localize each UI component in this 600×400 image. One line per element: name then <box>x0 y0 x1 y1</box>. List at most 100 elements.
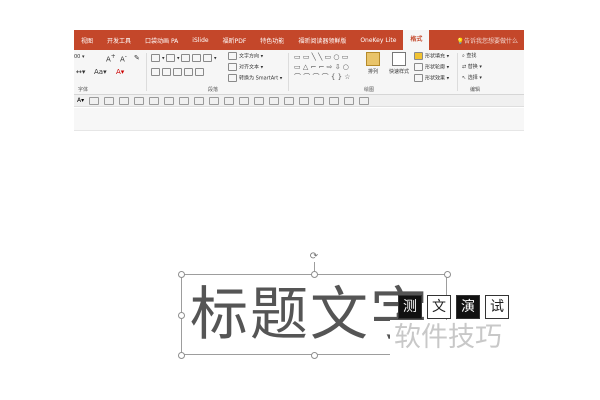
change-case-icon[interactable]: Aa▾ <box>94 68 107 76</box>
align-right-icon[interactable] <box>173 68 184 76</box>
font-color-icon[interactable]: A▾ <box>77 97 84 104</box>
select-label: 选择 <box>467 75 478 81</box>
group-label-drawing: 绘图 <box>364 87 375 93</box>
copy-format-icon[interactable] <box>194 96 205 105</box>
home-icon[interactable] <box>344 96 355 105</box>
cursor-icon: ↖ <box>462 75 467 81</box>
resize-handle-top-left[interactable] <box>178 271 185 278</box>
replace-label: 替换 <box>467 64 478 70</box>
replace-button[interactable]: ⇄ 替换 ▾ <box>462 63 482 70</box>
arrange-label: 排列 <box>367 69 378 75</box>
camera-icon[interactable] <box>224 96 235 105</box>
tell-me-search[interactable]: 💡告诉我您想要做什么 <box>457 36 519 45</box>
arrange-button[interactable]: 排列 <box>366 52 380 75</box>
delete-icon[interactable] <box>209 96 220 105</box>
shape-fill-button[interactable]: 形状填充 ▾ <box>414 52 449 60</box>
group-label-paragraph: 段落 <box>208 87 219 93</box>
tile-char: 文 <box>427 295 451 319</box>
tab-developer[interactable]: 开发工具 <box>100 36 138 45</box>
superscript-icon[interactable] <box>149 96 160 105</box>
font-size-box[interactable]: 00 ▾ <box>74 54 84 60</box>
underline-icon[interactable] <box>89 96 100 105</box>
picture-icon[interactable] <box>254 96 265 105</box>
numbering-icon[interactable]: ▾ <box>166 54 180 62</box>
tab-foxit-reader[interactable]: 福昕阅读器领鲜版 <box>291 36 353 45</box>
pin-icon[interactable] <box>299 96 310 105</box>
line-spacing-icon[interactable]: ▾ <box>203 54 217 62</box>
columns-icon[interactable] <box>195 68 206 76</box>
align-center-icon[interactable] <box>162 68 173 76</box>
shape-effect-button[interactable]: 形状效果 ▾ <box>414 74 449 82</box>
slide-canvas <box>0 131 600 400</box>
layout-icon[interactable] <box>359 96 370 105</box>
brush-icon[interactable] <box>314 96 325 105</box>
tab-special-features[interactable]: 特色功能 <box>253 36 291 45</box>
tab-format[interactable]: 格式 <box>403 30 430 50</box>
table-icon[interactable] <box>239 96 250 105</box>
tab-view[interactable]: 视图 <box>74 36 100 45</box>
tile-char: 试 <box>485 295 509 319</box>
rotate-handle-icon[interactable]: ⟳ <box>309 252 319 262</box>
clear-format-icon[interactable]: ✎ <box>134 54 140 62</box>
resize-handle-left[interactable] <box>178 312 185 319</box>
shape-fill-label: 形状填充 <box>425 53 446 60</box>
ribbon-tab-bar: 视图 开发工具 口袋动画 PA iSlide 福昕PDF 特色功能 福昕阅读器领… <box>74 30 524 50</box>
convert-smartart-button[interactable]: 转换为 SmartArt ▾ <box>228 74 282 82</box>
text-direction-button[interactable]: 文字方向 ▾ <box>228 52 263 60</box>
ruler-area <box>74 108 524 131</box>
tell-me-text: 告诉我您想要做什么 <box>463 37 518 45</box>
resize-handle-bottom[interactable] <box>311 352 318 359</box>
subscript-icon[interactable] <box>164 96 175 105</box>
group-separator <box>288 53 289 91</box>
bullets-icon[interactable]: ▾ <box>151 54 165 62</box>
font-size-value: 00 <box>74 54 81 60</box>
align-text-label: 对齐文本 <box>239 64 260 71</box>
quick-styles-button[interactable]: 快速样式 <box>389 52 409 75</box>
quick-styles-icon <box>392 52 406 66</box>
shapes-gallery[interactable]: ▭ ▭ ╲ ╲ ▭ ○ ▭ ▭ △ ⌐ ⌐ ⇨ ⇩ ○ ⌒ ⌒ ⌒ ⌒ { } ☆ <box>294 52 358 82</box>
shape-outline-label: 形状轮廓 <box>425 64 446 71</box>
decrease-indent-icon[interactable] <box>181 54 192 62</box>
align-text-button[interactable]: 对齐文本 ▾ <box>228 63 263 71</box>
group-separator <box>457 53 458 91</box>
shadow-icon[interactable] <box>104 96 115 105</box>
shape-outline-button[interactable]: 形状轮廓 ▾ <box>414 63 449 71</box>
strikethrough-icon[interactable] <box>119 96 130 105</box>
tab-islide[interactable]: iSlide <box>185 37 215 44</box>
resize-handle-top[interactable] <box>311 271 318 278</box>
align-left-icon[interactable] <box>151 68 162 76</box>
search-icon: ⌕ <box>462 53 465 59</box>
text-tiles: 测 文 演 试 <box>398 295 509 319</box>
text-direction-label: 文字方向 <box>239 53 260 60</box>
tab-foxit-pdf[interactable]: 福昕PDF <box>216 36 254 45</box>
increase-font-size-icon[interactable]: A+ <box>106 54 116 63</box>
resize-handle-bottom-left[interactable] <box>178 352 185 359</box>
link-icon[interactable] <box>284 96 295 105</box>
chart-icon[interactable] <box>269 96 280 105</box>
font-color-icon[interactable]: A▾ <box>116 68 124 76</box>
find-label: 查找 <box>466 53 477 59</box>
lightbulb-icon: 💡 <box>456 37 464 45</box>
select-button[interactable]: ↖ 选择 ▾ <box>462 74 482 81</box>
justify-icon[interactable] <box>184 68 195 76</box>
group-label-font: 字体 <box>78 87 89 93</box>
shape-icon[interactable] <box>179 96 190 105</box>
find-button[interactable]: ⌕ 查找 <box>462 52 476 59</box>
decrease-font-size-icon[interactable]: A- <box>120 54 127 63</box>
resize-handle-top-right[interactable] <box>444 271 451 278</box>
tab-onekey-lite[interactable]: OneKey Lite <box>353 37 403 44</box>
grid-icon[interactable] <box>329 96 340 105</box>
replace-icon: ⇄ <box>462 64 467 70</box>
tile-char: 演 <box>456 295 480 319</box>
tab-pocket-animation[interactable]: 口袋动画 PA <box>138 36 185 45</box>
arrange-icon <box>366 52 380 66</box>
char-spacing-icon[interactable]: ↔▾ <box>76 68 85 76</box>
group-label-editing: 编辑 <box>470 87 481 93</box>
highlight-icon[interactable] <box>134 96 145 105</box>
tile-char: 测 <box>398 295 422 319</box>
ribbon-panel: 00 ▾ A+ A- ✎ ↔▾ Aa▾ A▾ 字体 ▾ ▾ ▾ 文字方向 ▾ 对… <box>74 50 524 95</box>
format-toolbar: A▾ <box>74 95 524 107</box>
increase-indent-icon[interactable] <box>192 54 203 62</box>
convert-smartart-label: 转换为 SmartArt <box>239 75 279 82</box>
watermark-text: 软件技巧 <box>390 320 528 355</box>
